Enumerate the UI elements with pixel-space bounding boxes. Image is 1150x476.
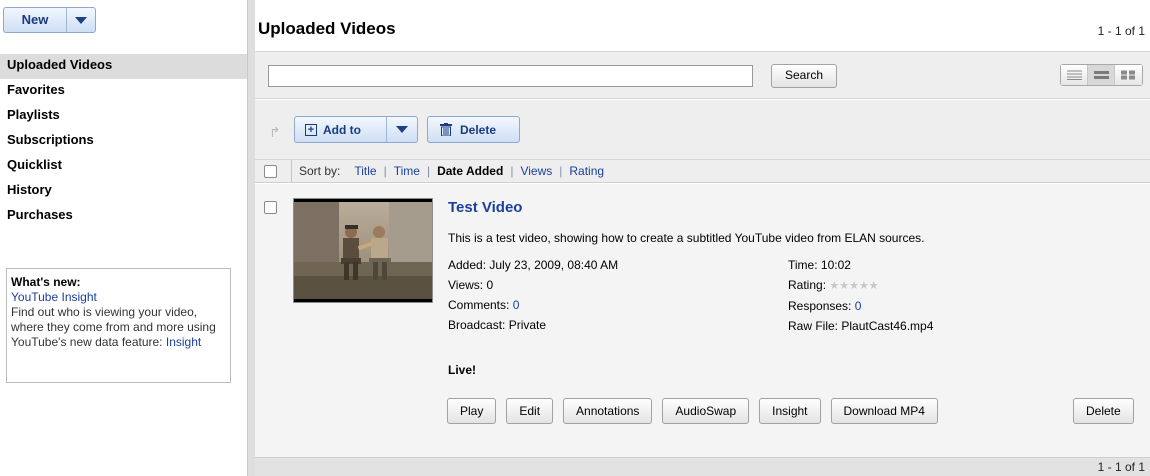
sidebar-item-subscriptions[interactable]: Subscriptions xyxy=(0,129,247,154)
sort-title[interactable]: Title xyxy=(347,160,383,182)
detail-view-icon xyxy=(1093,71,1109,79)
insight-button[interactable]: Insight xyxy=(759,398,821,424)
rawfile-value: PlautCast46.mp4 xyxy=(841,319,934,333)
add-to-label: Add to xyxy=(323,122,361,137)
add-to-dropdown-arrow[interactable] xyxy=(387,126,417,133)
video-meta-right: Time: 10:02 Rating: ★★★★★ Responses: 0 R… xyxy=(788,255,933,336)
time-value: 10:02 xyxy=(820,258,851,272)
pager-bottom-bar: 1 - 1 of 1 xyxy=(255,457,1150,476)
rating-row: Rating: ★★★★★ xyxy=(788,275,933,296)
page-title: Uploaded Videos xyxy=(258,19,396,38)
detail-view-button[interactable] xyxy=(1088,65,1115,85)
plus-icon: + xyxy=(305,123,317,136)
sort-views[interactable]: Views xyxy=(513,160,559,182)
views-value: 0 xyxy=(486,278,494,292)
video-description: This is a test video, showing how to cre… xyxy=(448,231,925,245)
comments-link[interactable]: 0 xyxy=(513,298,520,312)
sort-label: Sort by: xyxy=(299,164,341,178)
time-label: Time: xyxy=(788,258,821,272)
sidebar-item-uploaded-videos[interactable]: Uploaded Videos xyxy=(0,54,247,79)
video-meta-left: Added: July 23, 2009, 08:40 AM Views: 0 … xyxy=(448,255,618,335)
sort-options: Sort by: Title | Time | Date Added | Vie… xyxy=(291,160,611,182)
search-input[interactable] xyxy=(268,65,753,87)
annotations-button[interactable]: Annotations xyxy=(563,398,653,424)
chevron-down-icon xyxy=(396,126,408,133)
add-to-button[interactable]: + Add to xyxy=(294,116,418,143)
share-arrow-icon: ↱ xyxy=(269,124,281,140)
sidebar: New Uploaded Videos Favorites Playlists … xyxy=(0,0,248,476)
broadcast-value: Private xyxy=(508,318,547,332)
action-bar: ↱ + Add to Delete xyxy=(255,100,1150,159)
play-button[interactable]: Play xyxy=(447,398,497,424)
sidebar-item-quicklist[interactable]: Quicklist xyxy=(0,154,247,179)
new-button[interactable]: New xyxy=(3,7,96,33)
sort-time[interactable]: Time xyxy=(387,160,427,182)
delete-label: Delete xyxy=(460,122,497,137)
sidebar-item-purchases[interactable]: Purchases xyxy=(0,204,247,229)
rating-stars-icon: ★★★★★ xyxy=(829,280,879,292)
sidebar-nav: Uploaded Videos Favorites Playlists Subs… xyxy=(0,54,247,229)
responses-link[interactable]: 0 xyxy=(855,299,862,313)
added-value: July 23, 2009, 08:40 AM xyxy=(489,258,619,272)
pager-top: 1 - 1 of 1 xyxy=(1097,24,1145,38)
sidebar-item-history[interactable]: History xyxy=(0,179,247,204)
video-title-link[interactable]: Test Video xyxy=(448,199,522,216)
pager-bottom: 1 - 1 of 1 xyxy=(1097,460,1145,474)
delete-video-button[interactable]: Delete xyxy=(1073,398,1134,424)
sort-bar: Sort by: Title | Time | Date Added | Vie… xyxy=(255,159,1150,183)
broadcast-label: Broadcast: xyxy=(448,318,509,332)
sidebar-item-favorites[interactable]: Favorites xyxy=(0,79,247,104)
add-to-main[interactable]: + Add to xyxy=(295,117,387,142)
video-row: Test Video This is a test video, showing… xyxy=(255,184,1150,457)
video-checkbox[interactable] xyxy=(264,201,277,214)
youtube-insight-link[interactable]: YouTube Insight xyxy=(11,290,97,304)
trash-icon xyxy=(440,123,452,136)
broadcast-row: Broadcast: Private xyxy=(448,315,618,335)
view-toggle xyxy=(1060,64,1143,86)
comments-label: Comments: xyxy=(448,298,513,312)
video-actions: Play Edit Annotations AudioSwap Insight … xyxy=(447,398,948,424)
chevron-down-icon xyxy=(75,16,87,24)
new-button-label[interactable]: New xyxy=(4,8,67,32)
search-button[interactable]: Search xyxy=(771,64,838,88)
edit-button[interactable]: Edit xyxy=(506,398,554,424)
views-row: Views: 0 xyxy=(448,275,618,295)
rawfile-label: Raw File: xyxy=(788,319,842,333)
grid-view-icon xyxy=(1121,70,1135,80)
delete-selected-button[interactable]: Delete xyxy=(427,116,520,143)
sidebar-item-playlists[interactable]: Playlists xyxy=(0,104,247,129)
grid-view-button[interactable] xyxy=(1115,65,1142,85)
new-dropdown-arrow[interactable] xyxy=(67,8,95,32)
rawfile-row: Raw File: PlautCast46.mp4 xyxy=(788,316,933,336)
whats-new-title: What's new: xyxy=(11,275,81,289)
sort-rating[interactable]: Rating xyxy=(562,160,611,182)
list-view-button[interactable] xyxy=(1061,65,1088,85)
added-label: Added: xyxy=(448,258,490,272)
rating-label: Rating: xyxy=(788,278,830,292)
sort-date-added[interactable]: Date Added xyxy=(430,160,510,182)
responses-row: Responses: 0 xyxy=(788,296,933,316)
panel-splitter[interactable] xyxy=(247,0,255,476)
main-panel: Uploaded Videos 1 - 1 of 1 Search ↱ + Ad… xyxy=(255,0,1150,476)
select-all-checkbox[interactable] xyxy=(264,165,277,178)
search-bar: Search xyxy=(255,51,1150,99)
list-view-icon xyxy=(1066,70,1082,80)
video-thumbnail[interactable] xyxy=(293,198,433,303)
views-label: Views: xyxy=(448,278,487,292)
audioswap-button[interactable]: AudioSwap xyxy=(662,398,750,424)
time-row: Time: 10:02 xyxy=(788,255,933,275)
responses-label: Responses: xyxy=(788,299,855,313)
comments-row: Comments: 0 xyxy=(448,295,618,315)
status-badge: Live! xyxy=(448,363,477,377)
added-row: Added: July 23, 2009, 08:40 AM xyxy=(448,255,618,275)
whats-new-box: What's new: YouTube Insight Find out who… xyxy=(6,268,231,383)
insight-link[interactable]: Insight xyxy=(166,335,201,349)
download-mp4-button[interactable]: Download MP4 xyxy=(830,398,938,424)
